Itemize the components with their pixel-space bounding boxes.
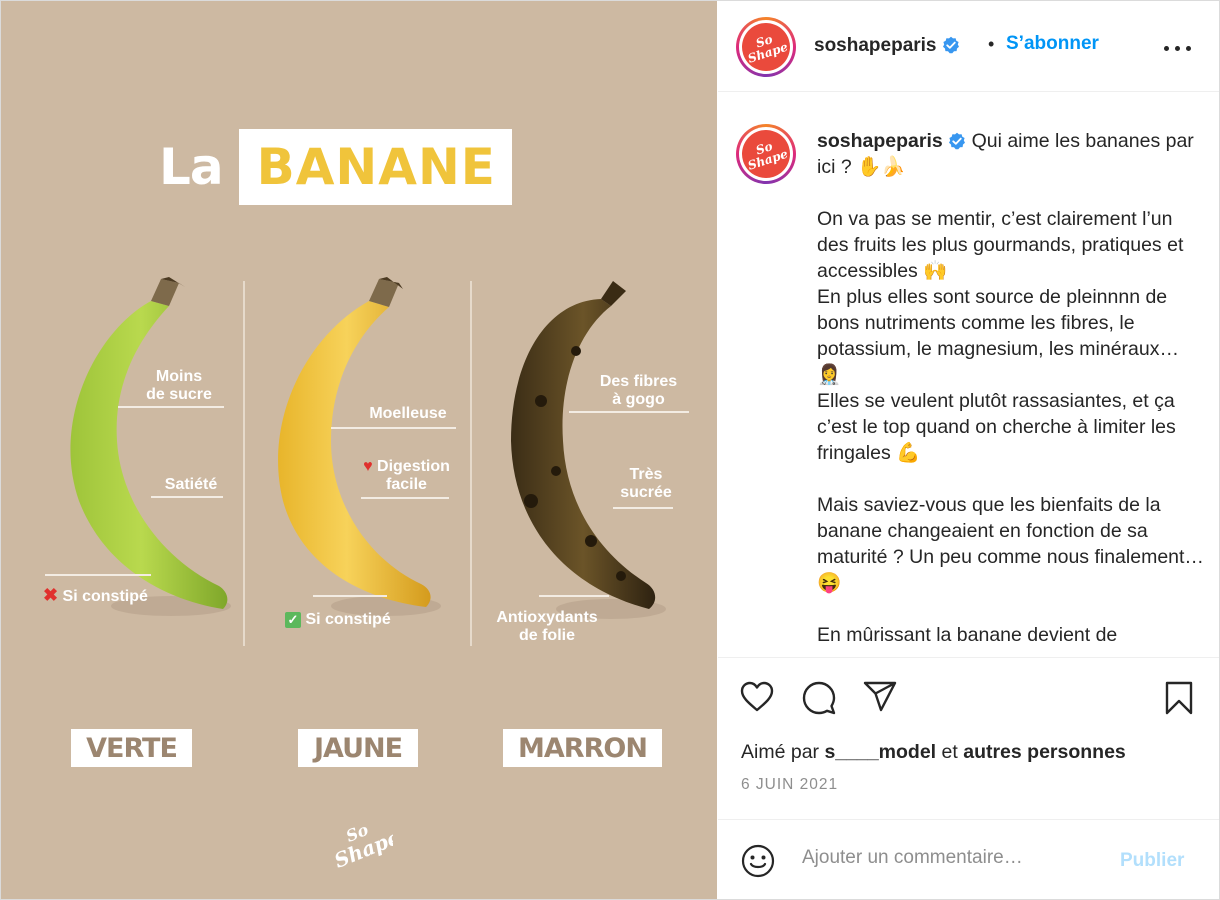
dot bbox=[1164, 46, 1169, 51]
instagram-post-window: La BANANE Moins de sucre Satiété ✖ Si co… bbox=[0, 0, 1220, 900]
label-line-a: Des fibres bbox=[599, 373, 678, 390]
caption-paragraph-2: On va pas se mentir, c’est clairement l’… bbox=[817, 206, 1207, 466]
label-text: Si constipé bbox=[305, 611, 391, 628]
liked-mid: et bbox=[941, 741, 958, 763]
green-label-constipated: ✖ Si constipé bbox=[43, 586, 173, 606]
green-label-satiety: Satiété bbox=[164, 476, 218, 493]
caption-paragraph-4: En mûrissant la banane devient de bbox=[817, 624, 1118, 646]
comment-bar: Publier bbox=[718, 819, 1219, 899]
stage-box-jaune: JAUNE bbox=[298, 729, 418, 767]
post-sidebar: So Shape soshapeparis • S’abonner So Sha… bbox=[718, 1, 1219, 899]
green-label-less-sugar: Moins de sucre bbox=[134, 368, 224, 404]
stage-box-marron: MARRON bbox=[503, 729, 662, 767]
caption-text-block: En plus elles sont source de pleinnnn de… bbox=[817, 286, 1179, 386]
avatar[interactable]: So Shape bbox=[735, 16, 797, 78]
stage-box-verte: VERTE bbox=[71, 729, 192, 767]
yellow-banana bbox=[278, 277, 441, 616]
label-rule bbox=[45, 574, 151, 576]
red-cross-icon: ✖ bbox=[43, 585, 59, 605]
label-line-a: ♥ Digestion bbox=[349, 458, 464, 476]
label-rule bbox=[151, 496, 223, 498]
brown-label-fibers: Des fibres à gogo bbox=[586, 373, 691, 409]
brown-label-antioxidants: Antioxydants de folie bbox=[482, 609, 612, 645]
caption-text-block: On va pas se mentir, c’est clairement l’… bbox=[817, 208, 1184, 282]
label-text: Digestion bbox=[377, 458, 450, 475]
follow-button[interactable]: S’abonner bbox=[1006, 33, 1099, 55]
publish-button[interactable]: Publier bbox=[1120, 850, 1184, 872]
post-image[interactable]: La BANANE Moins de sucre Satiété ✖ Si co… bbox=[1, 1, 717, 899]
emoji-icon[interactable] bbox=[741, 844, 775, 878]
yellow-label-soft: Moelleuse bbox=[369, 405, 447, 422]
heart-icon[interactable] bbox=[740, 681, 774, 713]
comment-input[interactable] bbox=[800, 846, 1084, 870]
label-line-a: Antioxydants bbox=[496, 609, 598, 626]
label-line-a: Moins bbox=[155, 368, 203, 385]
yellow-label-constipated: ✓ Si constipé bbox=[285, 611, 425, 629]
share-icon[interactable] bbox=[863, 681, 897, 713]
label-rule bbox=[361, 497, 449, 499]
caption-paragraph-1: soshapeparis Qui aime les bananes par ic… bbox=[817, 128, 1207, 180]
stage-label: MARRON bbox=[518, 732, 648, 764]
verified-badge-icon bbox=[949, 132, 966, 150]
avatar-border: So Shape bbox=[735, 16, 797, 78]
soshape-logo-icon: So Shape bbox=[331, 820, 393, 873]
username-link[interactable]: soshapeparis bbox=[814, 35, 937, 56]
brown-label-sweet: Très sucrée bbox=[606, 466, 686, 502]
caption-avatar[interactable]: So Shape bbox=[735, 123, 797, 185]
liked-others-link[interactable]: autres personnes bbox=[963, 741, 1126, 763]
caption-username[interactable]: soshapeparis bbox=[817, 130, 943, 152]
heart-icon: ♥ bbox=[363, 458, 373, 475]
stage-label: VERTE bbox=[86, 732, 178, 764]
green-check-icon: ✓ bbox=[285, 612, 301, 628]
caption-area[interactable]: So Shape soshapeparis Qui aime les banane… bbox=[718, 92, 1219, 658]
post-date[interactable]: 6 JUIN 2021 bbox=[741, 776, 838, 794]
dot bbox=[1175, 46, 1180, 51]
label-line-b: facile bbox=[386, 476, 427, 493]
label-line-a: Très bbox=[629, 466, 663, 483]
caption-text: soshapeparis Qui aime les bananes par ic… bbox=[817, 128, 1207, 657]
avatar-logo: So Shape bbox=[735, 16, 797, 78]
caption-text-block: Elles se veulent plutôt rassasiantes, et… bbox=[817, 390, 1176, 464]
post-header: So Shape soshapeparis • S’abonner bbox=[718, 1, 1219, 92]
label-line-b: de sucre bbox=[146, 386, 212, 403]
label-line-b: de folie bbox=[518, 627, 575, 644]
label-rule bbox=[569, 411, 689, 413]
label-text: Si constipé bbox=[62, 588, 148, 605]
header-separator: • bbox=[988, 34, 995, 54]
liked-user-link[interactable]: s____model bbox=[824, 741, 936, 763]
header-username-row: soshapeparis bbox=[814, 35, 960, 57]
verified-badge-icon bbox=[942, 36, 959, 54]
label-rule bbox=[313, 595, 387, 597]
green-banana bbox=[70, 277, 231, 616]
dot bbox=[1186, 46, 1191, 51]
bookmark-icon[interactable] bbox=[1164, 681, 1194, 715]
caption-paragraph-3: Mais saviez-vous que les bienfaits de la… bbox=[817, 494, 1204, 594]
avatar-border: So Shape bbox=[735, 123, 797, 185]
avatar-logo: So Shape bbox=[735, 123, 797, 185]
label-line-b: à gogo bbox=[612, 391, 665, 408]
label-rule bbox=[331, 427, 456, 429]
label-line-b: sucrée bbox=[620, 484, 672, 501]
label-rule bbox=[118, 406, 224, 408]
yellow-label-digestion: ♥ Digestion facile bbox=[349, 458, 464, 494]
label-rule bbox=[613, 507, 673, 509]
brown-banana bbox=[511, 281, 666, 619]
label-rule bbox=[539, 595, 609, 597]
stage-label: JAUNE bbox=[313, 732, 403, 764]
comment-icon[interactable] bbox=[802, 681, 836, 715]
liked-by-text: Aimé par s____model et autres personnes bbox=[741, 741, 1126, 764]
liked-prefix: Aimé par bbox=[741, 741, 820, 763]
more-options-icon[interactable] bbox=[1158, 33, 1198, 63]
